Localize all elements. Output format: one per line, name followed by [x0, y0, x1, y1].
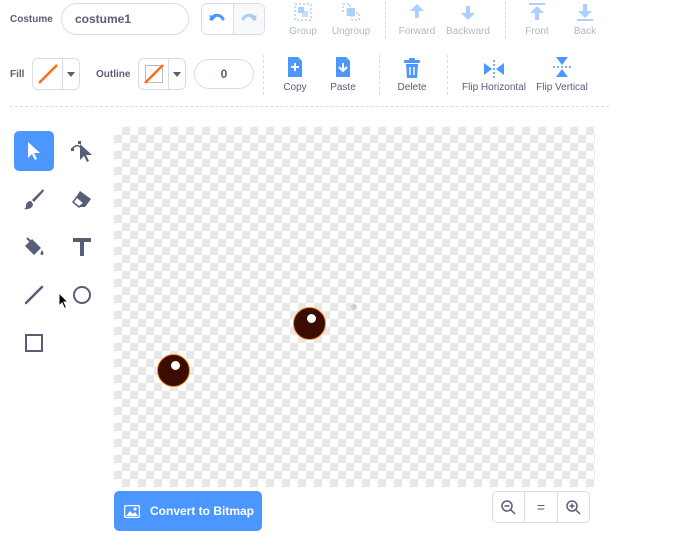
back-label: Back	[573, 26, 597, 37]
zoom-out-button[interactable]	[493, 492, 524, 522]
separator	[385, 2, 386, 38]
backward-button[interactable]: Backward	[444, 0, 492, 37]
outline-width-input[interactable]: 0	[194, 59, 254, 89]
fill-tool[interactable]	[14, 227, 54, 267]
zoom-reset-button[interactable]: =	[524, 492, 556, 522]
eye-shape[interactable]	[293, 307, 326, 340]
costume-label: Costume	[10, 14, 53, 25]
trash-icon	[404, 58, 420, 78]
eye-highlight	[307, 314, 316, 323]
backward-label: Backward	[446, 26, 490, 37]
text-icon	[73, 238, 91, 256]
undo-button[interactable]	[202, 4, 234, 34]
delete-button[interactable]: Delete	[396, 56, 428, 93]
copy-button[interactable]: Copy	[280, 56, 310, 93]
eraser-icon	[71, 191, 91, 208]
paste-icon	[336, 57, 350, 77]
group-button[interactable]: Group	[286, 0, 320, 37]
reshape-icon	[71, 141, 92, 162]
redo-icon	[241, 13, 257, 21]
reshape-tool[interactable]	[62, 131, 102, 171]
outline-swatch-icon	[143, 64, 164, 84]
flip-horizontal-button[interactable]: Flip Horizontal	[461, 56, 527, 93]
fill-swatch-icon	[37, 64, 58, 84]
paste-label: Paste	[330, 82, 356, 93]
toolbar-divider	[10, 106, 609, 107]
back-button[interactable]: Back	[570, 0, 600, 37]
forward-button[interactable]: Forward	[396, 0, 438, 37]
mouse-cursor-icon	[58, 292, 70, 310]
ungroup-icon	[342, 3, 360, 21]
brush-icon	[24, 189, 44, 210]
front-icon	[529, 3, 545, 20]
ungroup-button[interactable]: Ungroup	[330, 0, 372, 37]
brush-tool[interactable]	[14, 179, 54, 219]
eraser-tool[interactable]	[62, 179, 102, 219]
circle-icon	[73, 286, 91, 304]
flip-horizontal-icon	[484, 60, 504, 78]
backward-icon	[461, 6, 475, 20]
arrow-select-icon	[28, 142, 40, 160]
outline-color-picker[interactable]	[138, 58, 186, 90]
eye-highlight	[171, 361, 180, 370]
outline-label: Outline	[96, 69, 131, 80]
zoom-out-icon	[501, 499, 516, 515]
group-icon	[294, 3, 312, 21]
convert-to-bitmap-button[interactable]: Convert to Bitmap	[114, 491, 262, 531]
eye-shape[interactable]	[157, 354, 190, 387]
costume-name-input[interactable]: costume1	[61, 3, 189, 35]
select-tool[interactable]	[14, 131, 54, 171]
fill-label: Fill	[10, 69, 25, 80]
flip-horizontal-label: Flip Horizontal	[462, 82, 526, 93]
paste-button[interactable]: Paste	[328, 56, 358, 93]
redo-button[interactable]	[233, 4, 264, 34]
rectangle-icon	[25, 334, 43, 352]
separator	[505, 2, 506, 38]
front-button[interactable]: Front	[522, 0, 552, 37]
paint-canvas[interactable]	[114, 127, 595, 487]
canvas-center-marker	[351, 304, 357, 310]
chevron-down-icon	[173, 71, 182, 77]
zoom-controls: =	[492, 491, 590, 523]
zoom-in-icon	[566, 499, 581, 515]
chevron-down-icon	[67, 71, 76, 77]
text-tool[interactable]	[62, 227, 102, 267]
group-label: Group	[289, 26, 317, 37]
separator	[263, 55, 264, 95]
copy-icon	[288, 57, 302, 77]
rectangle-tool[interactable]	[14, 323, 54, 363]
forward-icon	[410, 4, 424, 18]
image-icon	[124, 504, 140, 518]
flip-vertical-icon	[553, 57, 571, 77]
undo-redo-group	[201, 3, 265, 35]
convert-to-bitmap-label: Convert to Bitmap	[150, 504, 255, 518]
separator	[447, 55, 448, 95]
undo-icon	[209, 13, 225, 21]
line-icon	[24, 285, 44, 305]
back-icon	[577, 4, 593, 21]
copy-label: Copy	[283, 82, 307, 93]
ungroup-label: Ungroup	[331, 26, 371, 37]
line-tool[interactable]	[14, 275, 54, 315]
fill-color-picker[interactable]	[32, 58, 80, 90]
forward-label: Forward	[398, 26, 436, 37]
flip-vertical-button[interactable]: Flip Vertical	[536, 56, 588, 93]
zoom-in-button[interactable]	[556, 492, 589, 522]
paint-bucket-icon	[25, 237, 44, 255]
separator	[379, 55, 380, 95]
front-label: Front	[525, 26, 549, 37]
flip-vertical-label: Flip Vertical	[536, 82, 588, 93]
delete-label: Delete	[397, 82, 427, 93]
